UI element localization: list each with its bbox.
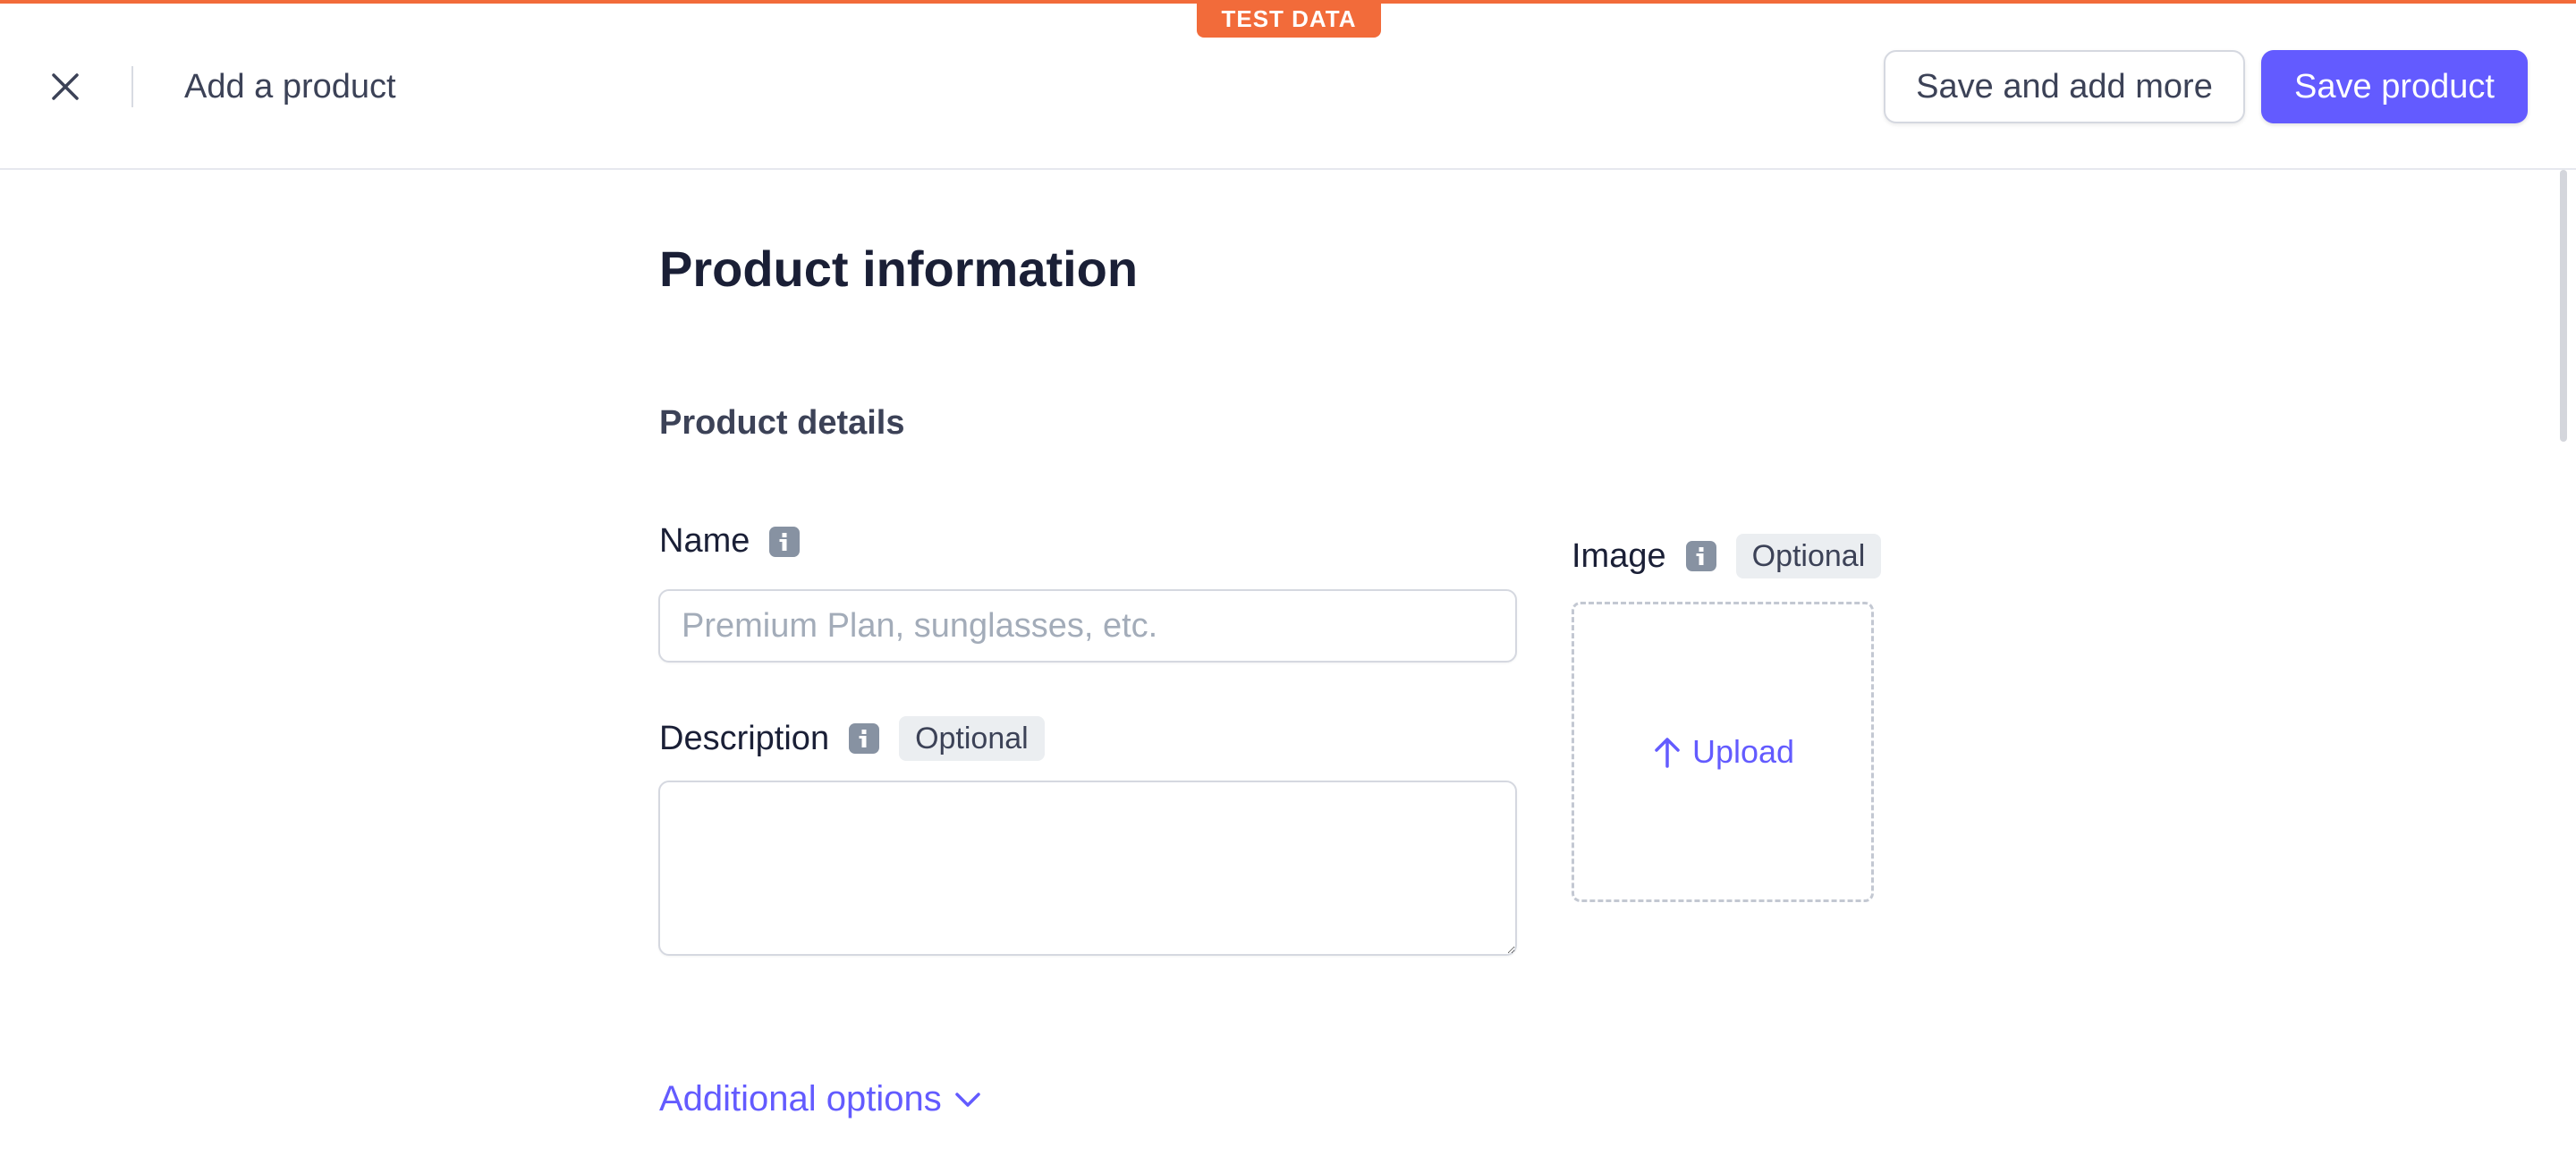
info-icon[interactable] (1685, 541, 1716, 571)
header-divider (131, 66, 133, 107)
close-icon (52, 73, 79, 100)
upload-label: Upload (1691, 733, 1795, 770)
info-icon[interactable] (849, 723, 880, 754)
close-button[interactable] (45, 66, 86, 107)
section-heading: Product details (659, 404, 905, 442)
save-product-button[interactable]: Save product (2261, 50, 2528, 123)
name-input[interactable] (658, 589, 1517, 663)
name-label-row: Name (659, 522, 801, 561)
additional-options-label: Additional options (659, 1079, 942, 1119)
image-label: Image (1572, 536, 1666, 575)
optional-badge: Optional (899, 716, 1045, 761)
name-label: Name (659, 522, 750, 560)
form-heading: Product information (659, 241, 1139, 297)
image-upload-dropzone[interactable]: Upload (1572, 602, 1874, 902)
top-header: Add a product Save and add more Save pro… (0, 4, 2576, 170)
arrow-up-icon (1655, 738, 1680, 768)
description-label-row: Description Optional (659, 716, 1045, 761)
optional-badge: Optional (1735, 534, 1882, 578)
description-label: Description (659, 719, 830, 757)
scrollbar-thumb[interactable] (2560, 170, 2567, 442)
description-textarea[interactable] (658, 781, 1517, 956)
page-title: Add a product (184, 68, 396, 106)
image-label-row: Image Optional (1572, 534, 1882, 578)
chevron-down-icon (955, 1092, 980, 1107)
save-and-add-more-button[interactable]: Save and add more (1884, 50, 2245, 123)
additional-options-toggle[interactable]: Additional options (659, 1079, 983, 1119)
info-icon[interactable] (769, 526, 801, 557)
